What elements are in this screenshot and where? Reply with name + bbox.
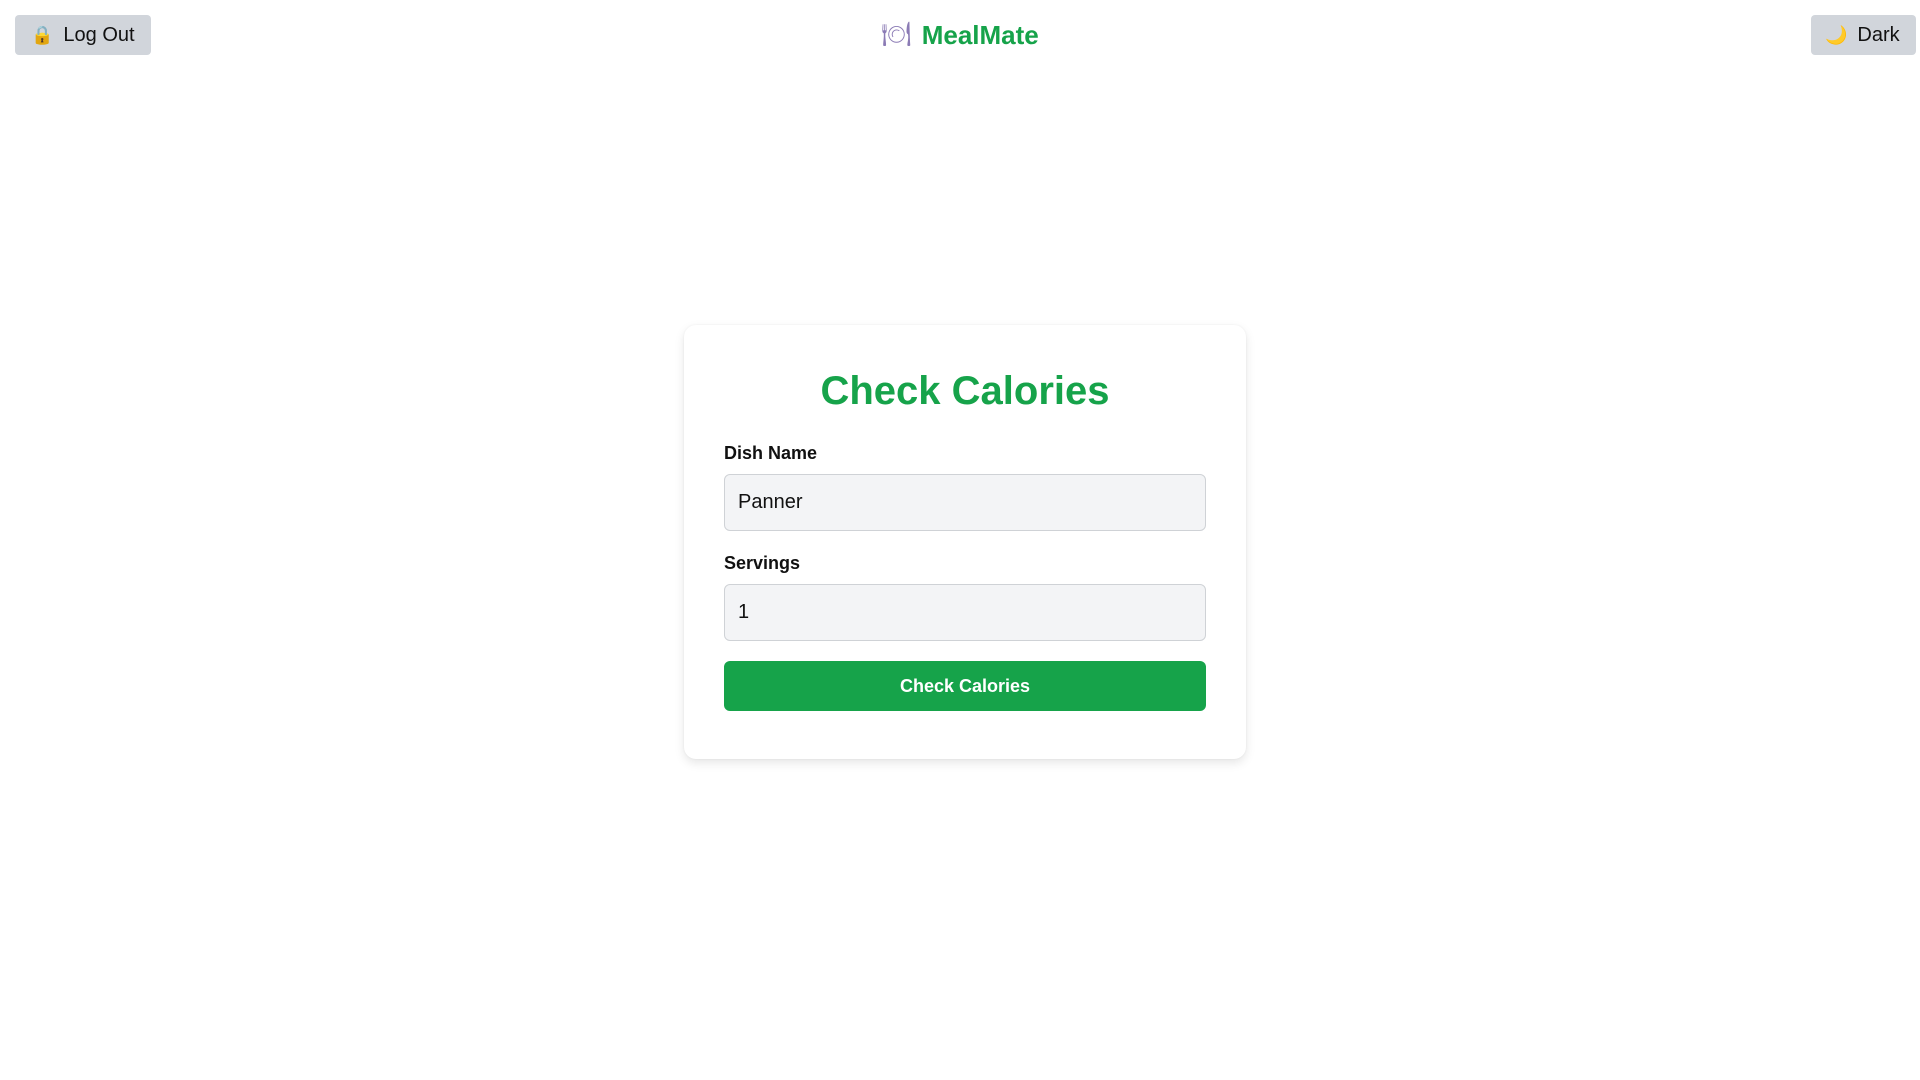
- dish-name-input[interactable]: [724, 474, 1206, 531]
- brand-name: MealMate: [921, 19, 1039, 50]
- calorie-form-card: Check Calories Dish Name Servings Check …: [684, 325, 1246, 759]
- theme-toggle-button[interactable]: 🌙 Dark: [1811, 15, 1916, 55]
- theme-toggle-label: Dark: [1857, 23, 1900, 46]
- dish-name-label: Dish Name: [724, 443, 818, 463]
- brand: 🍽 MealMate: [0, 15, 1920, 55]
- servings-input[interactable]: [724, 584, 1206, 641]
- form-title: Check Calories: [820, 369, 1110, 413]
- moon-icon: 🌙: [1825, 25, 1848, 45]
- top-bar: 🔒 Log Out 🍽 MealMate 🌙 Dark: [0, 0, 1920, 70]
- plate-icon: 🍽: [881, 21, 912, 48]
- check-calories-button[interactable]: Check Calories: [724, 661, 1206, 711]
- servings-label: Servings: [724, 553, 801, 573]
